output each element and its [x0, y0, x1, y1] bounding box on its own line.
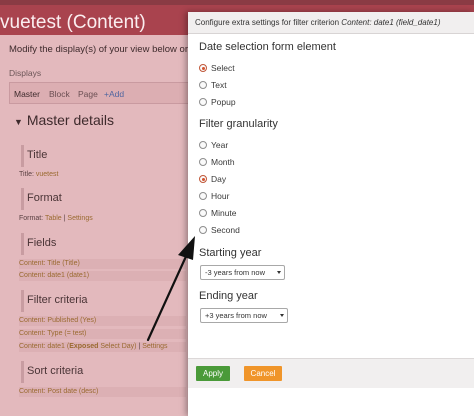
radio-minute[interactable]: Minute [199, 207, 237, 219]
section-bar [21, 188, 24, 210]
master-details-heading[interactable]: ▼ Master details [14, 112, 114, 128]
filter-settings-dialog: Configure extra settings for filter crit… [188, 12, 474, 416]
dialog-title: Configure extra settings for filter crit… [188, 12, 474, 34]
radio-select[interactable]: Select [199, 62, 235, 74]
radio-button[interactable] [199, 141, 207, 149]
radio-text[interactable]: Text [199, 79, 227, 91]
radio-day[interactable]: Day [199, 173, 226, 185]
granularity-group-title: Filter granularity [199, 118, 278, 130]
format-settings-link[interactable]: Settings [67, 215, 92, 222]
radio-year[interactable]: Year [199, 139, 228, 151]
tab-master[interactable]: Master [14, 89, 40, 99]
radio-month[interactable]: Month [199, 156, 235, 168]
master-details-label: Master details [26, 112, 114, 128]
radio-popup[interactable]: Popup [199, 96, 236, 108]
displays-label: Displays [9, 68, 42, 78]
format-section-heading: Format [27, 192, 62, 204]
section-bar [21, 361, 24, 383]
radio-hour[interactable]: Hour [199, 190, 229, 202]
cancel-button[interactable]: Cancel [244, 366, 282, 381]
starting-year-select[interactable]: -3 years from now [200, 265, 285, 280]
filter-row[interactable]: Content: Published (Yes) [19, 316, 102, 326]
filter-section-heading: Filter criteria [27, 294, 88, 306]
title-row[interactable]: Title: vuetest [19, 170, 64, 180]
field-row[interactable]: Content: date1 (date1) [19, 271, 95, 281]
sort-row[interactable]: Content: Post date (desc) [19, 387, 104, 397]
field-row[interactable]: Content: Title (Title) [19, 259, 86, 269]
filter-settings-link[interactable]: Settings [142, 343, 167, 350]
radio-button[interactable] [199, 175, 207, 183]
radio-button[interactable] [199, 81, 207, 89]
date-form-group-title: Date selection form element [199, 41, 336, 53]
radio-button[interactable] [199, 64, 207, 72]
triangle-down-icon: ▼ [14, 117, 23, 127]
radio-button[interactable] [199, 98, 207, 106]
filter-row-exposed[interactable]: Content: date1 (Exposed Select Day) | Se… [19, 342, 174, 352]
section-bar [21, 233, 24, 255]
title-section-heading: Title [27, 149, 48, 161]
format-table-link[interactable]: Table [45, 215, 62, 222]
radio-second[interactable]: Second [199, 224, 240, 236]
starting-year-title: Starting year [199, 247, 262, 259]
radio-button[interactable] [199, 158, 207, 166]
tab-block[interactable]: Block [49, 89, 70, 99]
radio-button[interactable] [199, 226, 207, 234]
apply-button[interactable]: Apply [196, 366, 230, 381]
ending-year-title: Ending year [199, 290, 258, 302]
page-intro: Modify the display(s) of your view below… [9, 44, 202, 55]
section-bar [21, 145, 24, 167]
radio-button[interactable] [199, 192, 207, 200]
format-row: Format: Table | Settings [19, 215, 93, 222]
dialog-footer: Apply Cancel [188, 358, 474, 388]
title-value-link[interactable]: vuetest [36, 171, 59, 178]
section-bar [21, 290, 24, 312]
display-tabs: Master Block Page +Add [9, 82, 194, 104]
page-title: vuetest (Content) [0, 12, 146, 33]
filter-row[interactable]: Content: Type (= test) [19, 329, 92, 339]
tab-page[interactable]: Page [78, 89, 98, 99]
chevron-down-icon [277, 271, 281, 274]
ending-year-select[interactable]: +3 years from now [200, 308, 288, 323]
chevron-down-icon [280, 314, 284, 317]
fields-section-heading: Fields [27, 237, 57, 249]
radio-button[interactable] [199, 209, 207, 217]
tab-add[interactable]: +Add [104, 89, 124, 99]
sort-section-heading: Sort criteria [27, 365, 84, 377]
